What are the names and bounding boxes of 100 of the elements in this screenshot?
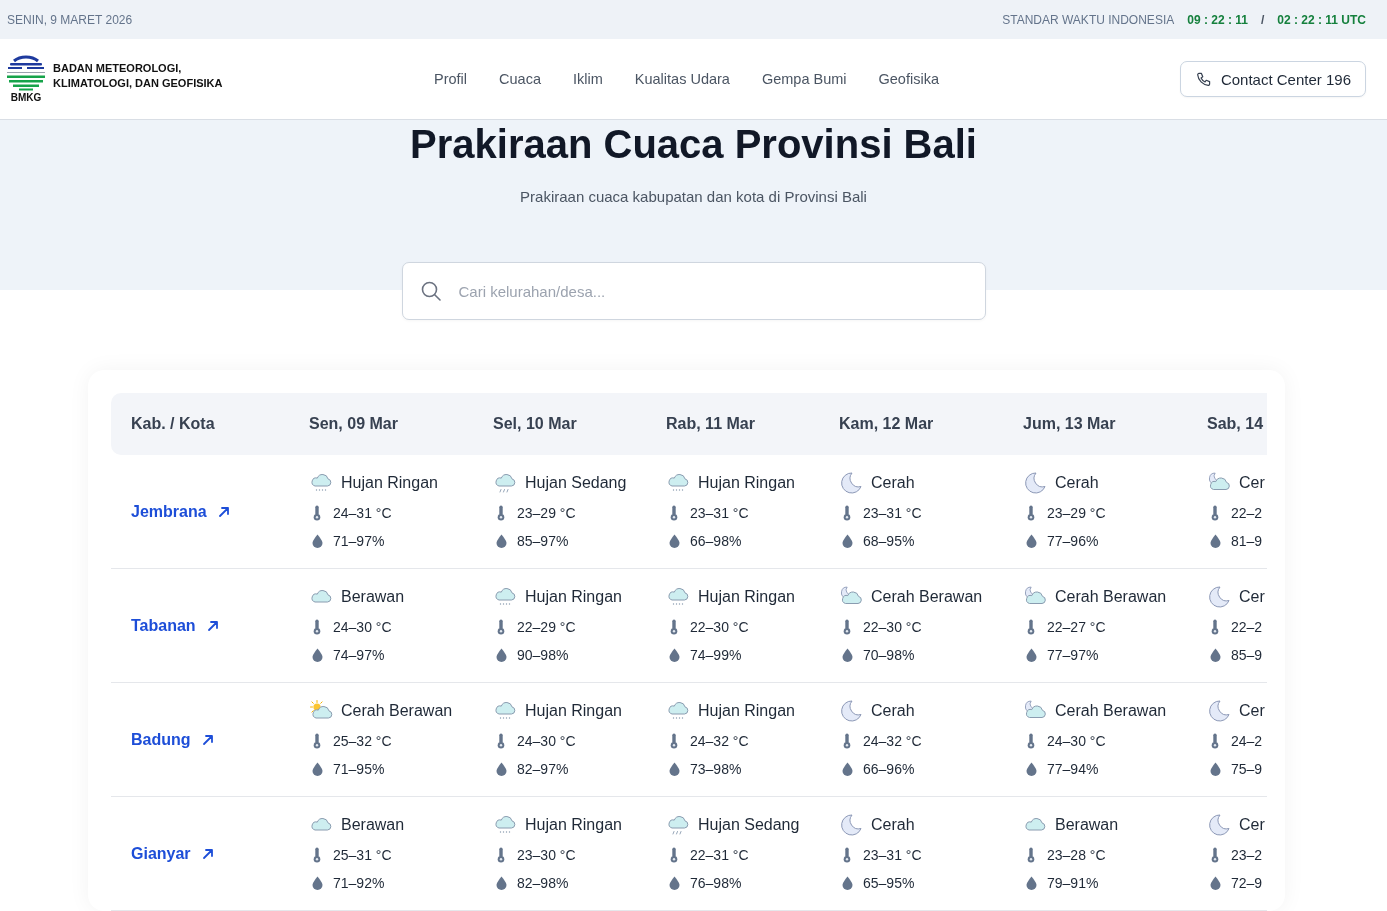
weather-condition: Cer [1239, 588, 1265, 606]
humidity-range: 82–98% [517, 875, 569, 891]
humidity-range: 79–91% [1047, 875, 1099, 891]
humidity-range: 71–92% [333, 875, 385, 891]
thermometer-icon [1211, 733, 1219, 749]
page-subtitle: Prakiraan cuaca kabupatan dan kota di Provinsi Bali [519, 187, 868, 207]
weather-condition: Cerah [1055, 474, 1099, 492]
nav-link[interactable]: Kualitas Udara [634, 71, 730, 87]
temperature-range: 22–30 °C [690, 619, 749, 635]
temperature-range: 23–2 [1231, 847, 1263, 863]
water-drop-icon [669, 534, 680, 548]
city-link[interactable]: Gianyar [131, 844, 214, 863]
cloud-rain-icon [666, 813, 690, 837]
temperature-range: 23–28 °C [1047, 847, 1106, 863]
thermometer-icon [497, 733, 505, 749]
weather-condition: Cer [1239, 702, 1265, 720]
humidity-range: 82–97% [517, 761, 569, 777]
temperature-range: 22–30 °C [863, 619, 922, 635]
weather-condition: Hujan Ringan [341, 474, 438, 492]
temperature-range: 23–31 °C [863, 505, 922, 521]
weather-condition: Hujan Sedang [698, 816, 800, 834]
column-header: Kam, 12 Mar [838, 415, 935, 433]
phone-icon [1195, 71, 1211, 87]
weather-condition: Cerah Berawan [1055, 702, 1167, 720]
city-link[interactable]: Badung [131, 730, 214, 749]
thermometer-icon [1211, 505, 1219, 521]
weather-condition: Hujan Ringan [698, 588, 795, 606]
search-icon [420, 281, 441, 301]
temperature-range: 24–32 °C [863, 733, 922, 749]
humidity-range: 77–97% [1047, 647, 1099, 663]
water-drop-icon [1026, 648, 1037, 662]
weather-condition: Hujan Ringan [525, 702, 622, 720]
thermometer-icon [843, 505, 851, 521]
humidity-range: 76–98% [690, 875, 742, 891]
temperature-range: 22–2 [1231, 505, 1263, 521]
thermometer-icon [670, 619, 678, 635]
nav-link[interactable]: Gempa Bumi [761, 71, 847, 87]
humidity-range: 85–9 [1231, 647, 1263, 663]
column-header: Sen, 09 Mar [308, 415, 399, 433]
thermometer-icon [843, 733, 851, 749]
weather-condition: Cerah [871, 474, 915, 492]
thermometer-icon [670, 505, 678, 521]
water-drop-icon [1026, 534, 1037, 548]
emblem-logo [7, 55, 45, 91]
water-drop-icon [842, 762, 853, 776]
city-link[interactable]: Tabanan [131, 616, 219, 635]
crescent-moon-icon [1207, 585, 1231, 609]
water-drop-icon [1210, 648, 1221, 662]
water-drop-icon [842, 534, 853, 548]
cloud-rain-icon [493, 471, 517, 495]
nav-link[interactable]: Cuaca [499, 71, 541, 87]
weather-condition: Berawan [341, 816, 405, 834]
temperature-range: 23–29 °C [1047, 505, 1106, 521]
nav-link[interactable]: Profil [434, 71, 468, 87]
logo-text: BMKG [10, 92, 42, 103]
temperature-range: 23–30 °C [517, 847, 576, 863]
column-header: Sab, 14 [1206, 415, 1265, 433]
thermometer-icon [1027, 733, 1035, 749]
water-drop-icon [496, 762, 507, 776]
humidity-range: 65–95% [863, 875, 915, 891]
weather-condition: Cerah [871, 816, 915, 834]
humidity-range: 72–9 [1231, 875, 1263, 891]
temperature-range: 23–31 °C [863, 847, 922, 863]
crescent-moon-icon [839, 813, 863, 837]
arrow-up-right-icon [217, 505, 230, 518]
thermometer-icon [1211, 619, 1219, 635]
water-drop-icon [312, 648, 323, 662]
water-drop-icon [1026, 762, 1037, 776]
weather-condition: Cerah [871, 702, 915, 720]
water-drop-icon [312, 762, 323, 776]
water-drop-icon [1210, 534, 1221, 548]
nav-link[interactable]: Geofisika [878, 71, 939, 87]
column-header: Kab. / Kota [130, 415, 216, 433]
column-header: Sel, 10 Mar [492, 415, 578, 433]
weather-condition: Cerah Berawan [871, 588, 983, 606]
contact-center-button[interactable]: Contact Center 196 [1179, 61, 1366, 97]
thermometer-icon [313, 505, 321, 521]
local-time: 09 : 22 : 11 [1187, 12, 1248, 27]
weather-condition: Berawan [1055, 816, 1119, 834]
water-drop-icon [496, 534, 507, 548]
arrow-up-right-icon [206, 619, 219, 632]
city-link[interactable]: Jembrana [131, 502, 230, 521]
humidity-range: 68–95% [863, 533, 915, 549]
temperature-range: 22–29 °C [517, 619, 576, 635]
humidity-range: 73–98% [690, 761, 742, 777]
water-drop-icon [496, 876, 507, 890]
temperature-range: 24–2 [1231, 733, 1263, 749]
weather-condition: Hujan Ringan [698, 702, 795, 720]
temperature-range: 25–31 °C [333, 847, 392, 863]
water-drop-icon [669, 648, 680, 662]
crescent-moon-icon [839, 471, 863, 495]
weather-condition: Hujan Ringan [525, 588, 622, 606]
thermometer-icon [843, 847, 851, 863]
water-drop-icon [669, 762, 680, 776]
search-field[interactable]: Cari kelurahan/desa... [401, 262, 986, 320]
temperature-range: 23–29 °C [517, 505, 576, 521]
utc-time: 02 : 22 : 11 UTC [1277, 12, 1366, 27]
nav-link[interactable]: Iklim [573, 71, 603, 87]
thermometer-icon [313, 847, 321, 863]
thermometer-icon [1027, 505, 1035, 521]
